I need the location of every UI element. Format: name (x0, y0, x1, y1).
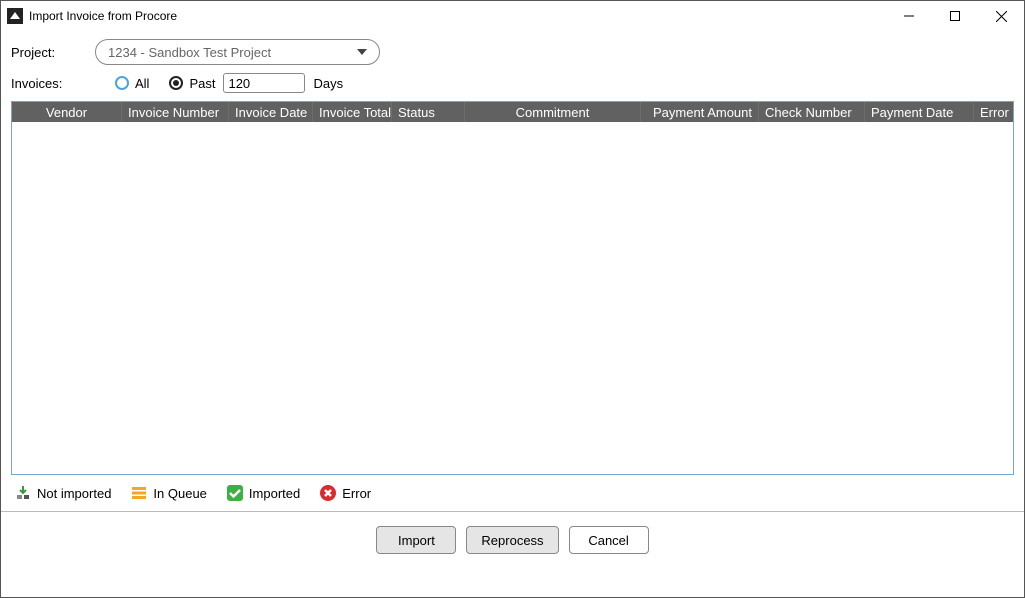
legend-error: Error (320, 485, 371, 501)
project-dropdown[interactable]: 1234 - Sandbox Test Project (95, 39, 380, 65)
minimize-button[interactable] (886, 1, 932, 31)
invoice-table: Vendor Invoice Number Invoice Date Invoi… (11, 101, 1014, 475)
col-check-number[interactable]: Check Number (759, 102, 865, 122)
table-body[interactable] (12, 122, 1013, 474)
radio-past-label: Past (189, 76, 215, 91)
col-status[interactable]: Status (392, 102, 465, 122)
cancel-button[interactable]: Cancel (569, 526, 649, 554)
col-invoice-date[interactable]: Invoice Date (229, 102, 313, 122)
in-queue-icon (131, 485, 147, 501)
col-vendor[interactable]: Vendor (12, 102, 122, 122)
col-payment-date[interactable]: Payment Date (865, 102, 974, 122)
table-header: Vendor Invoice Number Invoice Date Invoi… (12, 102, 1013, 122)
radio-past[interactable] (169, 76, 183, 90)
legend-in-queue: In Queue (131, 485, 207, 501)
legend-error-label: Error (342, 486, 371, 501)
reprocess-button[interactable]: Reprocess (466, 526, 558, 554)
not-imported-icon (15, 485, 31, 501)
app-icon (7, 8, 23, 24)
col-error[interactable]: Error (974, 102, 1010, 122)
legend-not-imported: Not imported (15, 485, 111, 501)
import-button[interactable]: Import (376, 526, 456, 554)
col-invoice-total[interactable]: Invoice Total (313, 102, 392, 122)
error-icon (320, 485, 336, 501)
legend-imported: Imported (227, 485, 300, 501)
legend-not-imported-label: Not imported (37, 486, 111, 501)
button-row: Import Reprocess Cancel (11, 512, 1014, 568)
titlebar: Import Invoice from Procore (1, 1, 1024, 31)
window-title: Import Invoice from Procore (29, 9, 886, 23)
project-selected-value: 1234 - Sandbox Test Project (108, 45, 271, 60)
invoices-label: Invoices: (11, 76, 81, 91)
chevron-down-icon (357, 49, 367, 55)
days-suffix: Days (313, 76, 343, 91)
radio-all[interactable] (115, 76, 129, 90)
window-controls (886, 1, 1024, 31)
project-label: Project: (11, 45, 81, 60)
close-button[interactable] (978, 1, 1024, 31)
imported-icon (227, 485, 243, 501)
col-payment-amount[interactable]: Payment Amount (641, 102, 759, 122)
legend: Not imported In Queue Imported (11, 475, 1014, 511)
legend-imported-label: Imported (249, 486, 300, 501)
maximize-button[interactable] (932, 1, 978, 31)
legend-in-queue-label: In Queue (153, 486, 207, 501)
radio-all-label: All (135, 76, 149, 91)
col-commitment[interactable]: Commitment (465, 102, 641, 122)
days-input[interactable] (223, 73, 305, 93)
col-invoice-number[interactable]: Invoice Number (122, 102, 229, 122)
